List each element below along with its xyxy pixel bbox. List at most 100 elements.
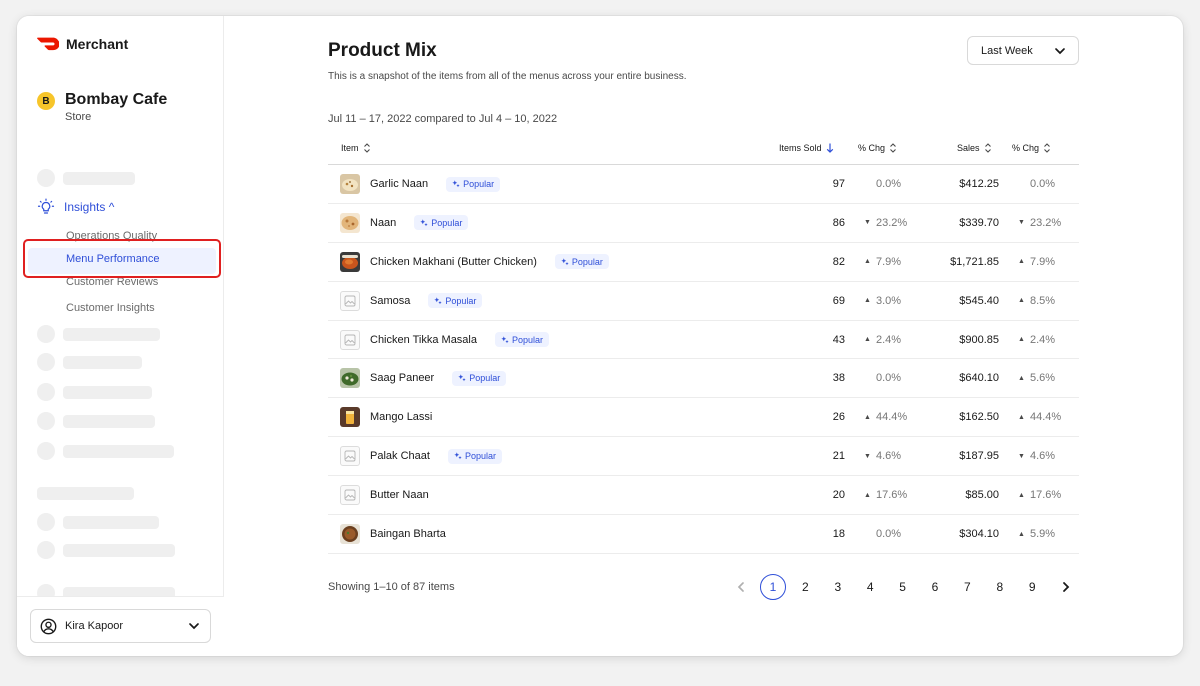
items-sold: 69 (832, 294, 845, 307)
sales-change: ▲ 7.9% (1018, 255, 1056, 268)
item-name: Garlic Naan (370, 178, 429, 190)
pagination-next-button[interactable] (1053, 574, 1079, 600)
column-header-items-sold[interactable]: Items Sold (779, 131, 834, 165)
change-direction-icon: ▲ (1018, 413, 1025, 421)
table-row[interactable]: Palak Chaat Popular 21 ▼ 4.6% $187.95 ▼ 4… (328, 437, 1079, 477)
items-sold-change: ▼ 4.6% (864, 450, 902, 463)
item-thumbnail (340, 368, 360, 389)
image-placeholder-icon (340, 329, 360, 350)
sales: $1,721.85 (950, 255, 999, 268)
column-header-sales[interactable]: Sales (957, 131, 992, 165)
nav-insights[interactable]: Insights ^ (37, 198, 114, 216)
table-row[interactable]: Garlic Naan Popular 97 0.0% $412.25 0.0% (328, 165, 1079, 204)
nav-customer-reviews[interactable]: Customer Reviews (66, 276, 158, 288)
change-direction-icon: ▲ (1018, 530, 1025, 538)
nav-placeholder (37, 412, 155, 430)
table-row[interactable]: Chicken Makhani (Butter Chicken) Popular … (328, 243, 1079, 282)
page-8-button[interactable]: 8 (987, 574, 1013, 600)
popular-badge: Popular (452, 370, 507, 386)
sales: $640.10 (959, 372, 999, 385)
page-2-button[interactable]: 2 (792, 574, 818, 600)
sparkle-icon (420, 219, 428, 227)
user-name: Kira Kapoor (65, 620, 124, 632)
table-row[interactable]: Mango Lassi 26 ▲ 44.4% $162.50 ▲ 44.4% (328, 398, 1079, 438)
items-sold: 20 (832, 489, 845, 502)
chevron-down-icon (1055, 47, 1065, 54)
sales-change: ▼ 23.2% (1018, 216, 1062, 229)
sort-icon (984, 143, 991, 153)
sort-icon (1044, 143, 1050, 153)
nav-operations-quality[interactable]: Operations Quality (66, 230, 157, 242)
nav-insights-label: Insights ^ (64, 200, 115, 214)
table-row[interactable]: Samosa Popular 69 ▲ 3.0% $545.40 ▲ 8.5% (328, 282, 1079, 321)
nav-placeholder (37, 353, 142, 371)
lightbulb-icon (37, 198, 55, 214)
nav-placeholder (37, 383, 152, 401)
table-header: Item Items Sold % Chg Sales % Chg (328, 131, 1079, 165)
change-direction-icon: ▲ (1018, 258, 1025, 266)
table-body: Garlic Naan Popular 97 0.0% $412.25 0.0% … (328, 165, 1079, 554)
page-9-button[interactable]: 9 (1019, 574, 1045, 600)
items-sold-change: ▲ 7.9% (864, 255, 902, 268)
sales-change: ▲ 17.6% (1018, 489, 1062, 502)
page-3-button[interactable]: 3 (825, 574, 851, 600)
table-row[interactable]: Baingan Bharta 18 0.0% $304.10 ▲ 5.9% (328, 515, 1079, 554)
page-5-button[interactable]: 5 (890, 574, 916, 600)
sales: $412.25 (959, 178, 999, 190)
items-sold: 26 (832, 411, 845, 424)
table-row[interactable]: Chicken Tikka Masala Popular 43 ▲ 2.4% $9… (328, 321, 1079, 360)
nav-placeholder (37, 513, 159, 531)
page-4-button[interactable]: 4 (857, 574, 883, 600)
store-selector[interactable]: B Bombay Cafe Store (37, 90, 167, 124)
table-row[interactable]: Naan Popular 86 ▼ 23.2% $339.70 ▼ 23.2% (328, 204, 1079, 243)
nav-menu-performance[interactable]: Menu Performance (66, 253, 160, 265)
change-direction-icon: ▲ (864, 336, 871, 344)
items-sold: 21 (832, 450, 845, 463)
popular-badge: Popular (447, 448, 502, 464)
page-7-button[interactable]: 7 (954, 574, 980, 600)
change-direction-icon: ▲ (864, 413, 871, 421)
table-row[interactable]: Butter Naan 20 ▲ 17.6% $85.00 ▲ 17.6% (328, 476, 1079, 516)
items-sold: 43 (832, 333, 845, 346)
sales: $85.00 (965, 489, 999, 502)
items-sold-change: ▲ 3.0% (864, 294, 902, 307)
item-name: Naan (370, 216, 397, 229)
page-6-button[interactable]: 6 (922, 574, 948, 600)
change-direction-icon: ▲ (1018, 374, 1025, 382)
sales: $187.95 (959, 450, 999, 463)
item-name: Butter Naan (370, 489, 429, 502)
popular-badge: Popular (495, 332, 550, 348)
nav-placeholder (37, 541, 175, 559)
sales-change: ▲ 8.5% (1018, 294, 1056, 307)
nav-placeholder (37, 487, 134, 500)
nav-customer-insights[interactable]: Customer Insights (66, 302, 155, 314)
user-menu-button[interactable]: Kira Kapoor (30, 609, 211, 643)
item-name: Chicken Makhani (Butter Chicken) (370, 255, 537, 268)
item-name: Saag Paneer (370, 372, 435, 385)
item-cell: Baingan Bharta (340, 515, 446, 553)
sparkle-icon (454, 452, 462, 460)
brand[interactable]: Merchant (37, 36, 128, 52)
table-row[interactable]: Saag Paneer Popular 38 0.0% $640.10 ▲ 5.6… (328, 359, 1079, 399)
pagination-prev-button[interactable] (728, 574, 754, 600)
column-header-item[interactable]: Item (341, 131, 371, 165)
sales-change: ▲ 5.6% (1018, 372, 1056, 385)
popular-badge: Popular (428, 293, 483, 309)
sort-icon (890, 143, 896, 153)
nav-placeholder (37, 325, 160, 343)
main-content: Product Mix This is a snapshot of the it… (224, 16, 1183, 656)
product-mix-table: Item Items Sold % Chg Sales % Chg Garlic… (328, 131, 1079, 554)
items-sold: 18 (832, 528, 845, 541)
item-cell: Mango Lassi (340, 398, 432, 436)
items-sold: 82 (832, 255, 845, 268)
column-header-items-chg[interactable]: % Chg (858, 131, 897, 165)
sales-change: ▲ 44.4% (1018, 411, 1062, 424)
sales: $162.50 (959, 411, 999, 424)
sparkle-icon (434, 297, 442, 305)
date-range-select[interactable]: Last Week (967, 36, 1079, 65)
column-header-sales-chg[interactable]: % Chg (1012, 131, 1051, 165)
page-1-button[interactable]: 1 (760, 574, 786, 600)
items-sold-change: ▲ 17.6% (864, 489, 908, 502)
sales-change: 0.0% (1030, 178, 1056, 190)
nav-placeholder (37, 169, 135, 187)
